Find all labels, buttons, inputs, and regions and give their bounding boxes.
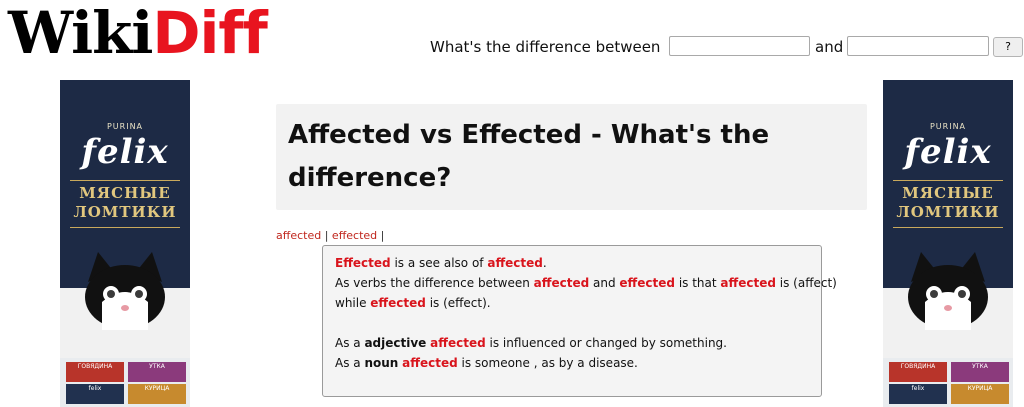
word-link-affected[interactable]: affected [276,229,321,242]
word-affected[interactable]: affected [487,256,543,270]
ad-tagline: МЯСНЫЕ ЛОМТИКИ [883,184,1013,222]
ad-packs: ГОВЯДИНА УТКА felix КУРИЦА [60,358,190,407]
separator: | [380,229,385,242]
cat-illustration-icon [85,252,165,330]
word-affected[interactable]: affected [720,276,776,290]
ad-brand: felix [904,132,992,172]
definition-text: is (effect). [425,296,491,310]
ad-pack: ГОВЯДИНА [66,362,124,382]
word-effected[interactable]: effected [370,296,426,310]
definition-text: and [589,276,620,290]
definition-line: As a adjective affected is influenced or… [335,335,727,351]
definition-text: . [542,256,547,270]
word-effected[interactable]: effected [619,276,675,290]
second-word-input[interactable] [847,36,989,56]
part-of-speech: noun [364,356,399,370]
definition-text: is that [675,276,721,290]
page-title: Affected vs Effected - What's the differ… [288,120,770,193]
definition-text: As a [335,356,365,370]
word-effected[interactable]: Effected [335,256,391,270]
ad-maker: PURINA [929,122,967,131]
ad-tagline-line2: ЛОМТИКИ [896,203,1000,221]
and-label: and [815,38,844,56]
word-link-effected[interactable]: effected [332,229,377,242]
right-ad-banner[interactable]: PURINA felix МЯСНЫЕ ЛОМТИКИ ГОВЯДИНА УТК… [883,80,1013,407]
ad-brand: felix [81,132,169,172]
title-box: Affected vs Effected - What's the differ… [276,104,867,210]
compare-button[interactable]: ? [993,37,1023,57]
ad-tagline-line2: ЛОМТИКИ [73,203,177,221]
ad-packs: ГОВЯДИНА УТКА felix КУРИЦА [883,358,1013,407]
word-affected[interactable]: affected [430,336,486,350]
ad-pack: УТКА [951,362,1009,382]
site-logo[interactable]: WikiDiff [8,0,268,67]
definition-line: As verbs the difference between affected… [335,275,837,291]
ad-tagline-line1: МЯСНЫЕ [79,184,171,202]
definition-line: As a noun affected is someone , as by a … [335,355,638,371]
word-affected[interactable]: affected [534,276,590,290]
word-affected[interactable]: affected [402,356,458,370]
definition-text: while [335,296,371,310]
ad-pack: felix [889,384,947,404]
definition-text: As verbs the difference between [335,276,534,290]
logo-diff: Diff [152,0,267,67]
definition-text: is (affect) [775,276,837,290]
ad-tagline-line1: МЯСНЫЕ [902,184,994,202]
ad-maker: PURINA [106,122,144,131]
definition-line: while effected is (effect). [335,295,491,311]
definition-text: As a [335,336,365,350]
left-ad-banner[interactable]: PURINA felix МЯСНЫЕ ЛОМТИКИ ГОВЯДИНА УТК… [60,80,190,407]
first-word-input[interactable] [669,36,810,56]
logo-wiki: Wiki [8,0,153,67]
ad-tagline: МЯСНЫЕ ЛОМТИКИ [60,184,190,222]
definition-box: Effected is a see also of affected. As v… [322,245,837,397]
definition-text: is a see also of [390,256,488,270]
definition-text: is influenced or changed by something. [485,336,727,350]
compare-label: What's the difference between [430,38,661,56]
ad-pack: КУРИЦА [128,384,186,404]
ad-pack: ГОВЯДИНА [889,362,947,382]
definition-text: is someone , as by a disease. [457,356,638,370]
ad-pack: КУРИЦА [951,384,1009,404]
part-of-speech: adjective [364,336,427,350]
separator: | [324,229,329,242]
ad-pack: УТКА [128,362,186,382]
cat-illustration-icon [908,252,988,330]
word-links: affected | effected | [276,229,384,243]
ad-pack: felix [66,384,124,404]
definition-line: Effected is a see also of affected. [335,255,547,271]
